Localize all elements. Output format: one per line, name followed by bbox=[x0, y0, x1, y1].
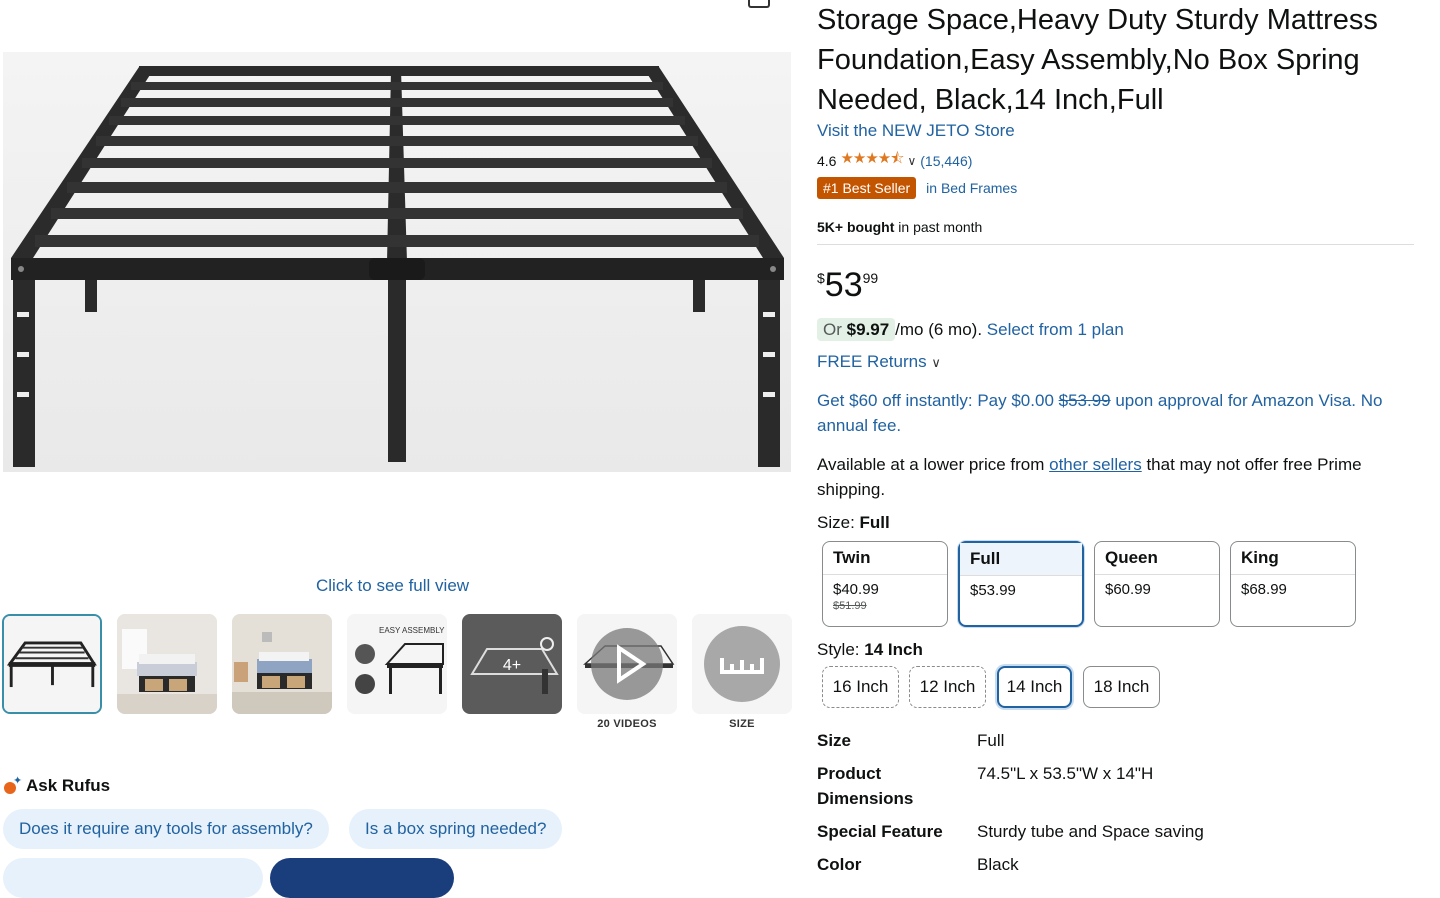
thumb-assembly-text: EASY ASSEMBLY bbox=[379, 626, 445, 635]
store-link[interactable]: Visit the NEW JETO Store bbox=[817, 121, 1015, 141]
ask-rufus-header: ✦ Ask Rufus bbox=[4, 775, 111, 796]
spec-key-dimensions: Product Dimensions bbox=[817, 764, 914, 808]
spec-value-color: Black bbox=[977, 855, 1019, 874]
size-option-name: Twin bbox=[823, 542, 947, 575]
rufus-question-2[interactable]: Is a box spring needed? bbox=[349, 809, 563, 849]
size-option-name: Queen bbox=[1095, 542, 1219, 575]
monthly-amount: $9.97 bbox=[846, 320, 890, 339]
other-sellers-link[interactable]: other sellers bbox=[1049, 455, 1142, 474]
select-plan-link[interactable]: Select from 1 plan bbox=[987, 320, 1124, 339]
style-selected: 14 Inch bbox=[864, 640, 923, 659]
size-chart-thumb bbox=[692, 614, 792, 714]
size-caption: SIZE bbox=[729, 718, 755, 730]
price-whole: 53 bbox=[824, 266, 863, 304]
monthly-pill: Or $9.97 bbox=[817, 318, 896, 341]
free-returns-link[interactable]: FREE Returns ∨ bbox=[817, 352, 941, 372]
price: $5399 bbox=[817, 266, 878, 305]
rufus-question-1[interactable]: Does it require any tools for assembly? bbox=[3, 809, 329, 849]
style-option-12-inch[interactable]: 12 Inch bbox=[909, 666, 986, 708]
spec-value-dimensions: 74.5"L x 53.5"W x 14"H bbox=[977, 764, 1154, 783]
rating-value: 4.6 bbox=[817, 152, 837, 169]
size-option-price: $53.99 bbox=[970, 582, 1016, 599]
rufus-question-3[interactable] bbox=[3, 858, 263, 898]
bought-count: 5K+ bought bbox=[817, 219, 895, 235]
size-option-price: $60.99 bbox=[1105, 581, 1151, 598]
bed-frame-image bbox=[3, 52, 791, 472]
divider bbox=[817, 244, 1414, 245]
style-label: Style: 14 Inch bbox=[817, 640, 923, 659]
rating-row: 4.6 ★★★★⯪ ∨ (15,446) bbox=[817, 148, 972, 173]
bought-past-month: 5K+ bought in past month bbox=[817, 219, 982, 235]
spec-key-feature: Special Feature bbox=[817, 822, 943, 841]
more-images-thumb: 4+ bbox=[462, 614, 562, 714]
visa-offer-link[interactable]: Get $60 off instantly: Pay $0.00 $53.99 … bbox=[817, 388, 1407, 438]
thumbnail-4[interactable]: EASY ASSEMBLY bbox=[347, 614, 447, 714]
spec-value-feature: Sturdy tube and Space saving bbox=[977, 822, 1204, 841]
chevron-down-icon[interactable]: ∨ bbox=[907, 154, 916, 168]
size-label: Size: Full bbox=[817, 513, 890, 532]
size-option-was-price: $51.99 bbox=[833, 600, 867, 612]
best-seller-category-link[interactable]: in Bed Frames bbox=[926, 180, 1017, 196]
thumbnail-3[interactable] bbox=[232, 614, 332, 714]
style-option-14-inch[interactable]: 14 Inch bbox=[997, 666, 1072, 708]
size-option-price: $68.99 bbox=[1241, 581, 1287, 598]
bedroom-photo-thumb bbox=[232, 614, 332, 714]
video-thumb bbox=[577, 614, 677, 714]
thumbnail-5[interactable]: 4+ bbox=[462, 614, 562, 714]
thumbnail-videos[interactable] bbox=[577, 614, 677, 714]
rating-count-link[interactable]: (15,446) bbox=[920, 153, 972, 169]
spec-value-size: Full bbox=[977, 731, 1005, 750]
size-option-price: $40.99 bbox=[833, 581, 879, 598]
click-full-view-link[interactable]: Click to see full view bbox=[316, 576, 469, 596]
rufus-question-4[interactable] bbox=[270, 858, 454, 898]
size-option-twin[interactable]: Twin $40.99 $51.99 bbox=[822, 541, 948, 627]
price-currency: $ bbox=[817, 270, 825, 286]
spec-key-size: Size bbox=[817, 731, 852, 750]
style-option-18-inch[interactable]: 18 Inch bbox=[1083, 666, 1160, 708]
spec-key-color: Color bbox=[817, 855, 862, 874]
bedroom-photo-thumb bbox=[117, 614, 217, 714]
size-option-name: Full bbox=[960, 543, 1082, 576]
main-product-image[interactable] bbox=[3, 52, 791, 472]
thumbnail-size[interactable] bbox=[692, 614, 792, 714]
easy-assembly-thumb: EASY ASSEMBLY bbox=[347, 614, 447, 714]
monthly-payment: Or $9.97/mo (6 mo). Select from 1 plan bbox=[817, 318, 1124, 341]
chevron-down-icon: ∨ bbox=[931, 355, 941, 370]
thumbnail-1[interactable] bbox=[2, 614, 102, 714]
bed-frame-thumb bbox=[4, 616, 100, 712]
star-rating-icon[interactable]: ★★★★⯪ bbox=[840, 148, 904, 173]
availability-text: Available at a lower price from other se… bbox=[817, 455, 1362, 499]
monthly-term: /mo (6 mo). bbox=[895, 320, 987, 339]
size-selected: Full bbox=[859, 513, 890, 532]
size-option-queen[interactable]: Queen $60.99 bbox=[1094, 541, 1220, 627]
size-option-full[interactable]: Full $53.99 bbox=[958, 541, 1084, 627]
style-option-16-inch[interactable]: 16 Inch bbox=[822, 666, 899, 708]
price-fraction: 99 bbox=[862, 270, 879, 286]
best-seller-row: #1 Best Seller in Bed Frames bbox=[817, 177, 1017, 199]
size-option-king[interactable]: King $68.99 bbox=[1230, 541, 1356, 627]
more-images-count: 4+ bbox=[503, 657, 521, 674]
thumbnail-2[interactable] bbox=[117, 614, 217, 714]
share-icon[interactable] bbox=[748, 0, 770, 8]
visa-struck-price: $53.99 bbox=[1058, 391, 1111, 410]
ask-rufus-title: Ask Rufus bbox=[26, 776, 111, 795]
best-seller-badge[interactable]: #1 Best Seller bbox=[817, 177, 917, 199]
size-option-name: King bbox=[1231, 542, 1355, 575]
bought-suffix: in past month bbox=[894, 219, 983, 235]
rufus-icon: ✦ bbox=[4, 775, 22, 794]
product-title: Storage Space,Heavy Duty Sturdy Mattress… bbox=[817, 4, 1378, 116]
videos-caption: 20 VIDEOS bbox=[597, 718, 657, 730]
